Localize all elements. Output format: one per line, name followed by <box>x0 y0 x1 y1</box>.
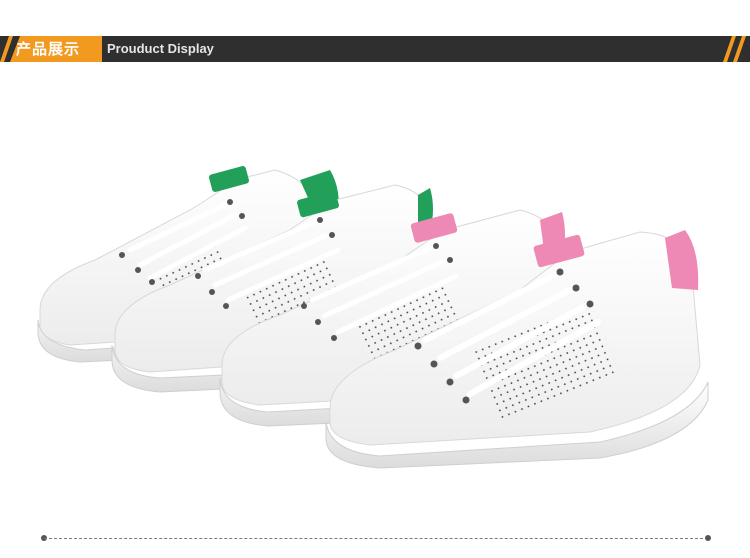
banner-title-en: Prouduct Display <box>107 41 214 56</box>
section-banner: 产品展示 Prouduct Display <box>0 36 750 62</box>
product-photo <box>37 166 709 469</box>
divider-line <box>44 538 708 539</box>
slash-right-icon <box>723 36 746 62</box>
divider-dot-right <box>705 535 711 541</box>
banner-title-cn: 产品展示 <box>16 40 81 58</box>
